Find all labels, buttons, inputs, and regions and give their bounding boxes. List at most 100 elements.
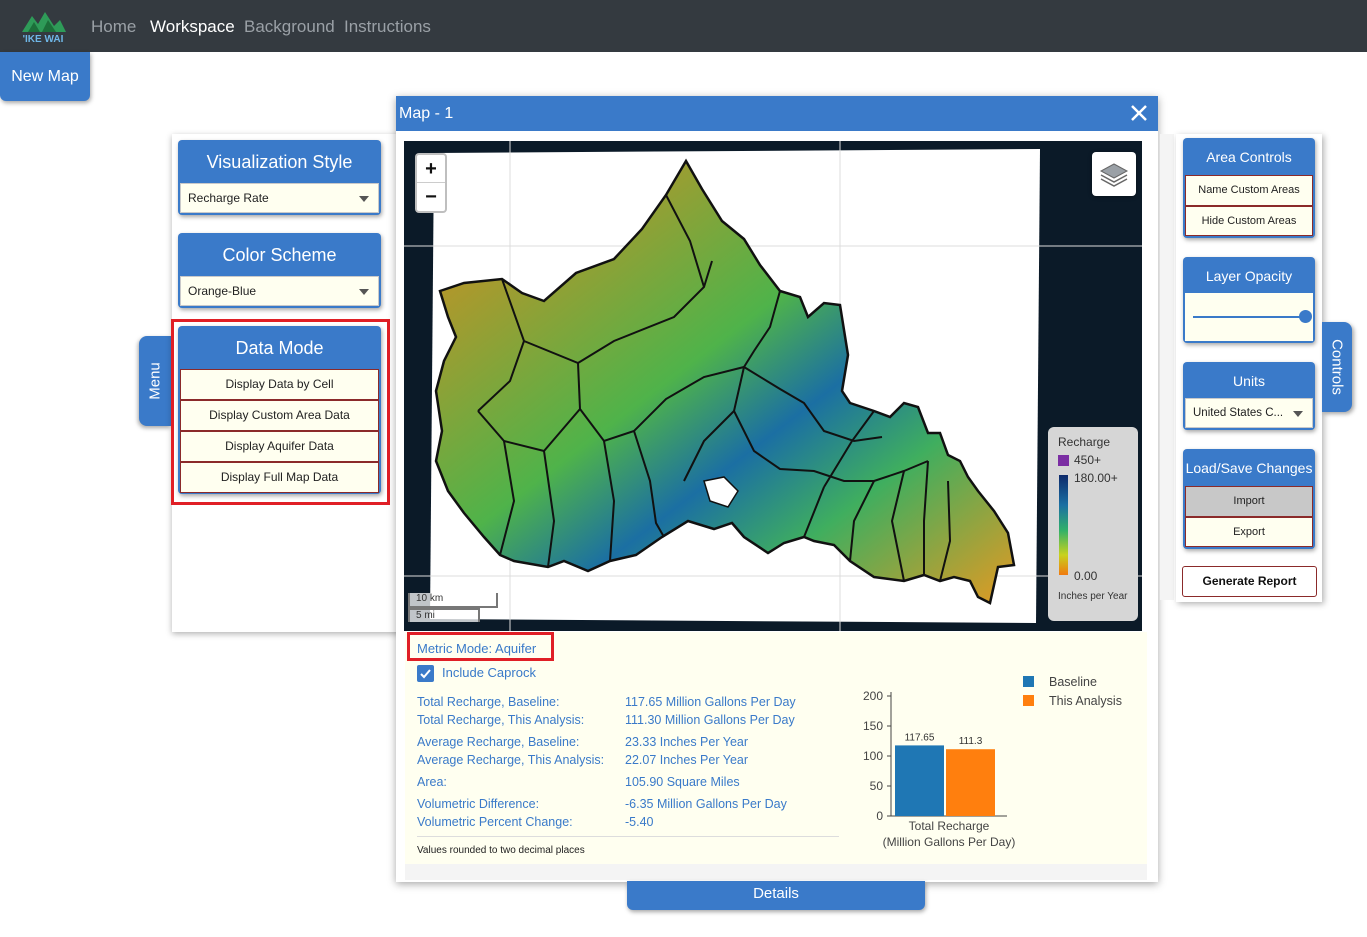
export-button[interactable]: Export <box>1185 517 1313 547</box>
legend-low-label: 0.00 <box>1074 569 1098 583</box>
visualization-style-card: Visualization Style Recharge Rate <box>178 140 381 215</box>
map-window-scrollbar[interactable] <box>1160 134 1174 600</box>
nav-workspace[interactable]: Workspace <box>150 17 235 37</box>
import-button[interactable]: Import <box>1185 486 1313 517</box>
y-tick-label: 50 <box>870 779 884 793</box>
top-navbar: 'IKE WAI Home Workspace Background Instr… <box>0 0 1367 52</box>
units-value: United States C... <box>1193 407 1284 419</box>
recharge-legend: Recharge 450+ 180.00+ 0.00 Inches per Ye… <box>1048 427 1138 621</box>
stat-label: Average Recharge, Baseline: <box>417 735 580 749</box>
stat-label: Total Recharge, This Analysis: <box>417 713 585 727</box>
legend-high-label: 180.00+ <box>1074 471 1118 485</box>
units-select[interactable]: United States C... <box>1185 398 1313 428</box>
rounding-note: Values rounded to two decimal places <box>417 845 585 856</box>
color-scheme-title: Color Scheme <box>222 245 337 265</box>
color-scheme-value: Orange-Blue <box>188 284 257 298</box>
color-scheme-select[interactable]: Orange-Blue <box>180 276 379 306</box>
controls-toggle-tab[interactable]: Controls <box>1322 322 1352 412</box>
include-caprock-label: Include Caprock <box>442 665 536 680</box>
close-icon[interactable] <box>1128 102 1150 124</box>
chevron-down-icon <box>1293 411 1303 417</box>
metric-mode-highlight <box>407 632 554 661</box>
scale-mi: 5 mi <box>408 608 480 622</box>
layer-opacity-slider[interactable] <box>1185 293 1313 341</box>
area-controls-card: Area Controls Name Custom Areas Hide Cus… <box>1183 138 1315 238</box>
bar-baseline <box>895 745 944 816</box>
visualization-style-title: Visualization Style <box>206 152 353 172</box>
units-card: Units United States C... <box>1183 362 1315 430</box>
x-category-label: Total Recharge <box>909 819 990 833</box>
nav-background[interactable]: Background <box>244 17 335 37</box>
generate-report-button[interactable]: Generate Report <box>1182 566 1317 597</box>
load-save-title: Load/Save Changes <box>1185 460 1313 476</box>
new-map-button[interactable]: New Map <box>0 52 90 101</box>
ike-wai-logo[interactable]: 'IKE WAI <box>18 8 68 44</box>
details-button[interactable]: Details <box>627 881 925 910</box>
hide-custom-areas-button[interactable]: Hide Custom Areas <box>1185 206 1313 236</box>
details-horizontal-scrollbar[interactable] <box>405 864 1147 880</box>
load-save-card: Load/Save Changes Import Export <box>1183 449 1315 549</box>
stat-label: Volumetric Percent Change: <box>417 815 573 829</box>
y-tick-label: 0 <box>876 809 883 823</box>
stat-label: Area: <box>417 775 447 789</box>
y-tick-label: 200 <box>863 689 883 703</box>
stat-value: 105.90 Square Miles <box>625 775 740 789</box>
details-divider <box>417 836 839 837</box>
x-axis-label: (Million Gallons Per Day) <box>883 835 1016 849</box>
slider-track <box>1193 316 1307 318</box>
legend-max-swatch <box>1058 455 1069 466</box>
stat-value: -5.40 <box>625 815 654 829</box>
map-graphic <box>404 141 1142 631</box>
scale-km: 10 km <box>408 593 498 608</box>
layer-opacity-title: Layer Opacity <box>1205 268 1293 284</box>
zoom-out-button[interactable]: − <box>417 183 445 211</box>
legend-label: This Analysis <box>1049 694 1122 708</box>
units-title: Units <box>1233 373 1265 389</box>
slider-handle[interactable] <box>1299 310 1312 323</box>
map-title: Map - 1 <box>399 105 454 122</box>
stat-label: Volumetric Difference: <box>417 797 540 811</box>
include-caprock-checkbox[interactable] <box>417 665 434 682</box>
visualization-style-select[interactable]: Recharge Rate <box>180 183 379 213</box>
layers-icon <box>1099 163 1129 187</box>
bar-this-analysis <box>946 749 995 816</box>
legend-swatch <box>1023 676 1034 687</box>
nav-instructions[interactable]: Instructions <box>344 17 431 37</box>
legend-title: Recharge <box>1058 435 1111 449</box>
layer-opacity-card: Layer Opacity <box>1183 257 1315 343</box>
logo-text: 'IKE WAI <box>23 34 64 44</box>
nav-home[interactable]: Home <box>91 17 136 37</box>
map-scale: 10 km 5 mi <box>408 593 498 622</box>
legend-units: Inches per Year <box>1058 591 1128 602</box>
map-canvas[interactable]: + − 10 km 5 mi Recharge 450+ 180.00+ 0.0… <box>404 141 1142 631</box>
zoom-in-button[interactable]: + <box>417 155 445 183</box>
map-titlebar[interactable]: Map - 1 <box>396 96 1158 131</box>
stat-value: 117.65 Million Gallons Per Day <box>625 695 796 709</box>
area-controls-title: Area Controls <box>1206 149 1292 165</box>
y-tick-label: 100 <box>863 749 883 763</box>
stat-value: 23.33 Inches Per Year <box>625 735 749 749</box>
menu-toggle-tab[interactable]: Menu <box>139 336 171 426</box>
stat-value: 111.30 Million Gallons Per Day <box>625 713 795 727</box>
chevron-down-icon <box>359 196 369 202</box>
controls-tab-label: Controls <box>1328 339 1346 395</box>
chevron-down-icon <box>359 289 369 295</box>
bar-data-label: 117.65 <box>905 732 935 743</box>
recharge-bar-chart: 0 50 100 150 200 117.65 111.3 Total Recharge (Mi… <box>863 675 1122 849</box>
stat-value: -6.35 Million Gallons Per Day <box>625 797 787 811</box>
name-custom-areas-button[interactable]: Name Custom Areas <box>1185 175 1313 206</box>
y-tick-label: 150 <box>863 719 883 733</box>
bar-data-label: 111.3 <box>959 736 983 747</box>
legend-color-ramp <box>1059 475 1068 575</box>
menu-tab-label: Menu <box>146 362 164 400</box>
legend-max-label: 450+ <box>1074 453 1102 467</box>
visualization-style-value: Recharge Rate <box>188 191 269 205</box>
legend-swatch <box>1023 695 1034 706</box>
stat-value: 22.07 Inches Per Year <box>625 753 749 767</box>
details-panel: Metric Mode: Aquifer Include Caprock Tot… <box>405 632 1147 864</box>
data-mode-highlight <box>171 319 390 505</box>
layers-button[interactable] <box>1092 152 1136 196</box>
legend-label: Baseline <box>1049 675 1097 689</box>
color-scheme-card: Color Scheme Orange-Blue <box>178 233 381 308</box>
checkmark-icon <box>420 669 431 679</box>
